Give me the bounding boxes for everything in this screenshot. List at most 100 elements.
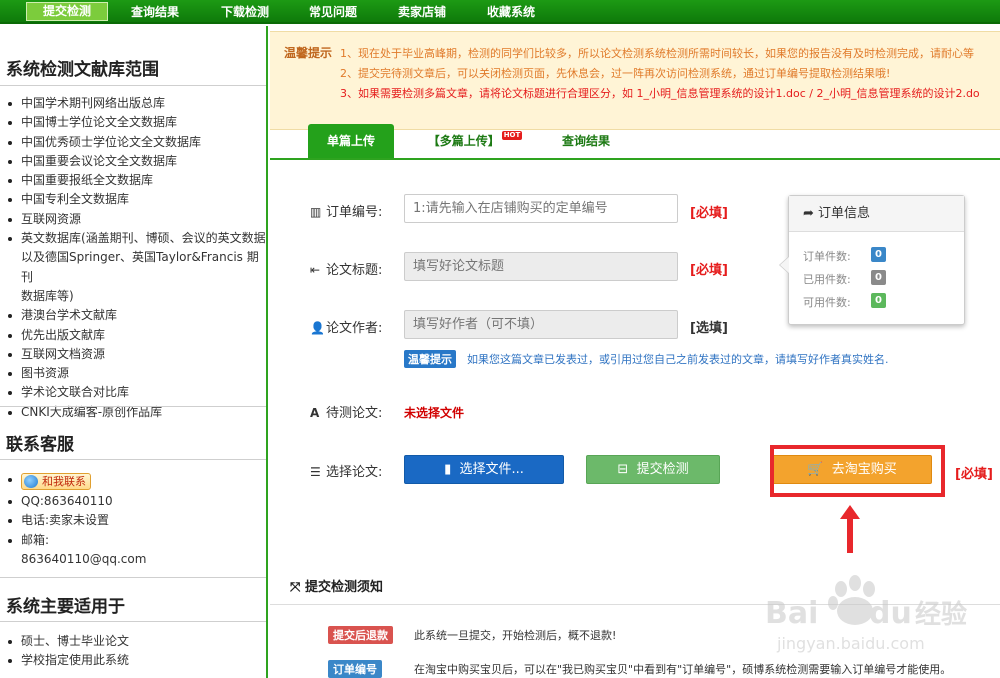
title-required-mark: [必填] xyxy=(690,263,728,278)
no-file-selected: 未选择文件 xyxy=(404,406,465,420)
file-icon: ▮ xyxy=(444,462,452,477)
submit-check-label: 提交检测 xyxy=(636,462,689,477)
nav-bookmark[interactable]: 收藏系统 xyxy=(476,0,546,24)
order-number-input[interactable] xyxy=(404,194,678,223)
scope-item: 互联网文档资源 xyxy=(8,345,266,364)
nav-faq[interactable]: 常见问题 xyxy=(298,0,368,24)
tab-multi-upload[interactable]: 【多篇上传】 HOT xyxy=(420,124,530,158)
notice-line-3: 3、如果需要检测多篇文章，请将论文标题进行合理区分，如 1_小明_信息管理系统的… xyxy=(340,87,980,100)
contact-title: 联系客服 xyxy=(6,435,74,455)
usage-item: 硕士、博士毕业论文 xyxy=(8,632,129,651)
usage-list: 硕士、博士毕业论文 学校指定使用此系统 xyxy=(8,632,129,671)
expand-icon: ⤧ xyxy=(290,580,301,595)
paper-author-label: 👤论文作者: xyxy=(310,317,382,336)
contact-item: 和我联系 xyxy=(8,470,146,492)
order-count-label: 订单件数: xyxy=(803,250,851,263)
notice-line-2: 2、提交完待测文章后，可以关闭检测页面，先休息会，过一阵再次访问检测系统，通过订… xyxy=(340,67,891,80)
tab-query-results[interactable]: 查询结果 xyxy=(548,124,624,158)
nav-submit-check[interactable]: 提交检测 xyxy=(26,2,108,21)
notice-box: 温馨提示 1、现在处于毕业高峰期，检测的同学们比较多，所以论文检测系统检测所需时… xyxy=(270,31,1000,130)
choose-paper-label-text: 选择论文: xyxy=(326,465,383,480)
user-icon: 👤 xyxy=(310,321,325,335)
pending-paper-label-text: 待测论文: xyxy=(326,406,383,421)
scope-item: 港澳台学术文献库 xyxy=(8,306,266,325)
order-info-header: ➦ 订单信息 xyxy=(789,196,964,232)
refund-tag: 提交后退款 xyxy=(328,626,393,644)
scope-item: 优先出版文献库 xyxy=(8,326,266,345)
order-number-tag: 订单编号 xyxy=(328,660,382,678)
divider xyxy=(0,459,266,460)
scope-item: 中国优秀硕士学位论文全文数据库 xyxy=(8,133,266,152)
qq-text: QQ:863640110 xyxy=(8,492,146,511)
notice-label: 温馨提示 xyxy=(284,46,333,60)
paper-title-input[interactable] xyxy=(404,252,678,281)
arrow-up-icon xyxy=(840,505,860,553)
highlight-box xyxy=(770,445,945,497)
nav-download-check[interactable]: 下载检测 xyxy=(210,0,280,24)
order-info-panel: ➦ 订单信息 订单件数: 0 已用件数: 0 可用件数: 0 xyxy=(779,195,965,325)
nav-query-results[interactable]: 查询结果 xyxy=(120,0,190,24)
instructions-title: ⤧ 提交检测须知 xyxy=(290,576,383,595)
order-required-mark: [必填] xyxy=(690,206,728,221)
divider xyxy=(0,406,266,407)
divider xyxy=(0,85,266,86)
author-optional-mark: [选填] xyxy=(690,321,728,336)
nav-seller-shop[interactable]: 卖家店铺 xyxy=(387,0,457,24)
contact-me-label: 和我联系 xyxy=(42,475,86,488)
order-number-label: ▥ 订单编号: xyxy=(310,201,382,220)
sidebar: 系统检测文献库范围 中国学术期刊网络出版总库 中国博士学位论文全文数据库 中国优… xyxy=(0,26,268,678)
contact-me-button[interactable]: 和我联系 xyxy=(21,473,91,490)
notice-line-1: 1、现在处于毕业高峰期，检测的同学们比较多，所以论文检测系统检测所需时间较长，如… xyxy=(340,47,974,60)
used-count-label: 已用件数: xyxy=(803,273,851,286)
indent-icon: ⇤ xyxy=(310,263,321,277)
hot-badge: HOT xyxy=(501,131,523,140)
usage-title: 系统主要适用于 xyxy=(6,597,125,617)
paper-author-input[interactable] xyxy=(404,310,678,339)
top-nav: 提交检测 查询结果 下载检测 常见问题 卖家店铺 收藏系统 xyxy=(0,0,1000,24)
order-count-badge: 0 xyxy=(871,247,886,262)
main-content: 温馨提示 1、现在处于毕业高峰期，检测的同学们比较多，所以论文检测系统检测所需时… xyxy=(270,26,1000,678)
chat-icon xyxy=(24,475,38,488)
choose-file-button[interactable]: ▮ 选择文件... xyxy=(404,455,564,484)
email-label: 邮箱: xyxy=(8,531,146,550)
scope-item: 图书资源 xyxy=(8,364,266,383)
scope-title: 系统检测文献库范围 xyxy=(6,60,159,80)
paper-title-label-text: 论文标题: xyxy=(326,263,383,278)
available-count-label: 可用件数: xyxy=(803,296,851,309)
instructions-title-text: 提交检测须知 xyxy=(304,580,383,595)
email-value: 863640110@qq.com xyxy=(21,551,147,566)
scope-item: 互联网资源 xyxy=(8,210,266,229)
divider xyxy=(0,577,266,578)
warm-tip-badge: 温馨提示 xyxy=(404,350,456,368)
pending-paper-label: A 待测论文: xyxy=(310,402,382,421)
barcode-icon: ▥ xyxy=(310,205,322,219)
tab-single-upload[interactable]: 单篇上传 xyxy=(308,124,394,158)
scope-item: 中国重要会议论文全文数据库 xyxy=(8,152,266,171)
scope-item: 学术论文联合对比库 xyxy=(8,383,266,402)
submit-check-button[interactable]: ⊟ 提交检测 xyxy=(586,455,720,484)
scope-item: 英文数据库(涵盖期刊、博硕、会议的英文数据 xyxy=(8,229,266,248)
order-number-label-text: 订单编号: xyxy=(326,205,383,220)
order-number-text: 在淘宝中购买宝贝后，可以在"我已购买宝贝"中看到有"订单编号"，硕博系统检测需要… xyxy=(414,663,952,676)
inbox-icon: ⊟ xyxy=(617,462,629,477)
scope-list: 中国学术期刊网络出版总库 中国博士学位论文全文数据库 中国优秀硕士学位论文全文数… xyxy=(8,94,266,422)
available-count-badge: 0 xyxy=(871,293,886,308)
divider xyxy=(0,621,266,622)
used-count-badge: 0 xyxy=(871,270,886,285)
buy-required-mark: [必填] xyxy=(955,467,993,482)
paper-author-label-text: 论文作者: xyxy=(326,321,383,336)
list-icon: ☰ xyxy=(310,465,321,479)
contact-list: 和我联系 QQ:863640110 电话:卖家未设置 邮箱: 863640110… xyxy=(8,470,146,569)
paper-title-label: ⇤ 论文标题: xyxy=(310,259,382,278)
refund-text: 此系统一旦提交，开始检测后，概不退款! xyxy=(414,629,617,642)
choose-paper-label: ☰ 选择论文: xyxy=(310,461,382,480)
upload-tabs: 单篇上传 【多篇上传】 HOT 查询结果 xyxy=(270,122,1000,160)
font-icon: A xyxy=(310,406,320,420)
order-info-title: 订单信息 xyxy=(818,206,871,221)
usage-item: 学校指定使用此系统 xyxy=(8,651,129,670)
scope-item: 中国重要报纸全文数据库 xyxy=(8,171,266,190)
share-icon: ➦ xyxy=(803,206,814,221)
scope-item: 中国学术期刊网络出版总库 xyxy=(8,94,266,113)
scope-item: 中国博士学位论文全文数据库 xyxy=(8,113,266,132)
scope-item: 数据库等) xyxy=(21,288,74,303)
